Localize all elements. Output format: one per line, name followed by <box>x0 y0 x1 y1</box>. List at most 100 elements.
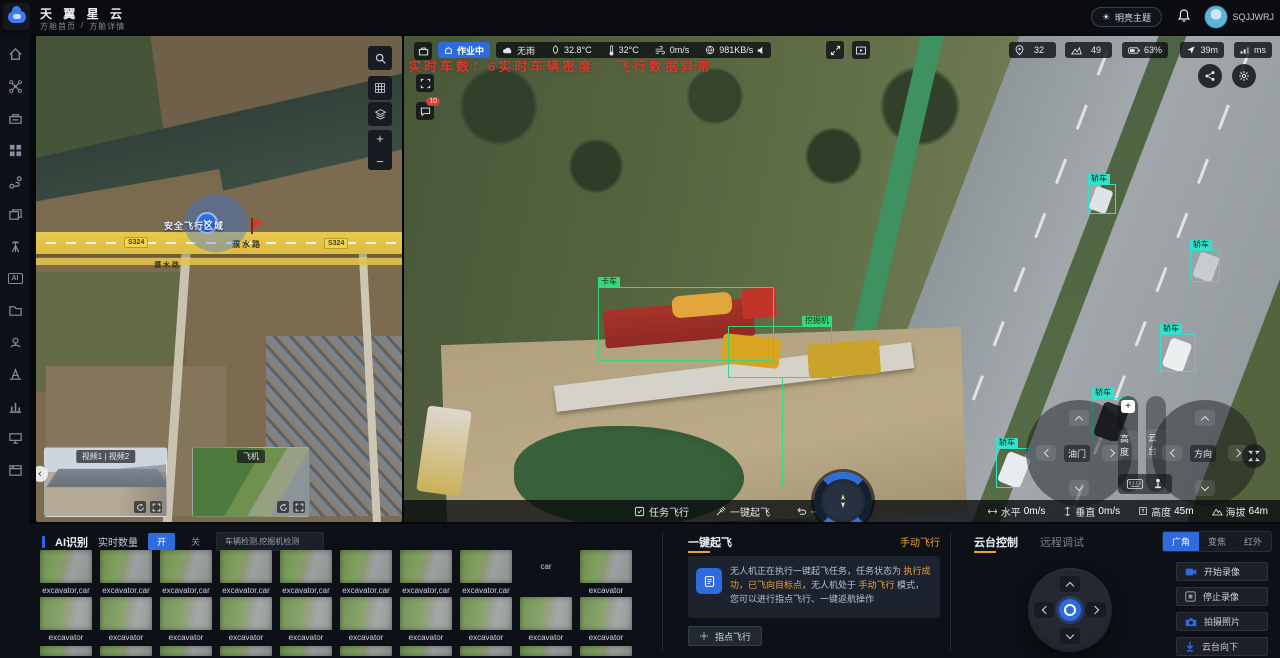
altitude-plus[interactable]: + <box>1121 400 1135 413</box>
take-photo-button[interactable]: 拍摄照片 <box>1176 612 1268 631</box>
dock-video-preview[interactable]: 视频1 | 视频2 <box>44 447 167 517</box>
detection-thumbnail[interactable]: excavator,car <box>160 550 212 595</box>
detection-thumbnail[interactable]: excavator <box>160 597 212 642</box>
notification-bell-icon[interactable] <box>1176 8 1192 24</box>
breadcrumb-home[interactable]: 方舱首页 <box>40 21 76 32</box>
drone-icon[interactable] <box>7 78 23 94</box>
thumbnail-image[interactable] <box>100 646 152 656</box>
detection-thumbnail[interactable]: excavator <box>40 597 92 642</box>
manual-flight-link[interactable]: 手动飞行 <box>900 534 940 549</box>
gimbal-down-button[interactable] <box>1060 628 1080 644</box>
dock-icon[interactable] <box>7 110 23 126</box>
preview-label[interactable]: 视频1 | 视频2 <box>76 450 135 463</box>
thumbnail-image[interactable] <box>400 550 452 583</box>
gimbal-left-button[interactable] <box>1034 602 1054 618</box>
drone-video-feed[interactable]: 卡车 挖掘机 轿车 轿车 轿车 轿车 轿车 作业中 无雨 32.8°C 32°C… <box>404 36 1280 522</box>
detection-thumbnail[interactable] <box>580 646 632 656</box>
thumbnail-image[interactable] <box>40 550 92 583</box>
mission-flight-button[interactable]: 任务飞行 <box>634 504 689 519</box>
detection-thumbnail[interactable] <box>160 646 212 656</box>
thumbnail-image[interactable] <box>160 550 212 583</box>
ground-station-icon[interactable] <box>7 334 23 350</box>
thumbnail-image[interactable] <box>40 597 92 630</box>
detection-thumbnail[interactable] <box>520 646 572 656</box>
mode-zoom-button[interactable]: 变焦 <box>1199 532 1235 551</box>
mode-ir-button[interactable]: 红外 <box>1235 532 1271 551</box>
device-manager-icon[interactable] <box>7 430 23 446</box>
toggle-on-button[interactable]: 开 <box>148 533 175 550</box>
video-fullscreen-button[interactable] <box>1242 444 1266 468</box>
toggle-off-button[interactable]: 关 <box>185 533 206 550</box>
gimbal-right-button[interactable] <box>1086 602 1106 618</box>
refresh-icon[interactable] <box>134 501 146 513</box>
detection-thumbnail[interactable]: excavator <box>520 597 572 642</box>
roll-left-button[interactable] <box>1162 445 1182 461</box>
yaw-left-button[interactable] <box>1036 445 1056 461</box>
thumbnail-image[interactable] <box>340 597 392 630</box>
detection-thumbnail[interactable] <box>460 646 512 656</box>
satellite-map[interactable]: S324 S324 濮水路 濮水路 安全飞行区域 + − 视频1 | 视频2 飞… <box>36 36 402 522</box>
flight-task-icon[interactable] <box>7 366 23 382</box>
thumbnail-image[interactable] <box>160 646 212 656</box>
thumbnail-image[interactable] <box>220 550 272 583</box>
statistics-icon[interactable] <box>7 398 23 414</box>
zoom-out-button[interactable]: − <box>376 154 384 169</box>
thumbnail-image[interactable] <box>40 646 92 656</box>
swap-screen-button[interactable] <box>826 41 844 59</box>
thumbnail-image[interactable] <box>520 646 572 656</box>
thumbnail-image[interactable] <box>460 597 512 630</box>
thumbnail-image[interactable] <box>580 646 632 656</box>
thumbnail-image[interactable] <box>460 550 512 583</box>
thumbnail-image[interactable] <box>520 597 572 630</box>
one-key-takeoff-button[interactable]: 一键起飞 <box>715 504 770 519</box>
detection-thumbnail[interactable] <box>40 646 92 656</box>
map-grid-button[interactable] <box>368 76 392 100</box>
refresh-icon[interactable] <box>277 501 289 513</box>
map-search-button[interactable] <box>368 46 392 70</box>
detection-thumbnail[interactable] <box>220 646 272 656</box>
pip-button[interactable] <box>852 41 870 59</box>
tab-remote-debug[interactable]: 远程调试 <box>1040 534 1084 550</box>
user-avatar[interactable] <box>1204 5 1228 29</box>
keyboard-icon[interactable] <box>1127 479 1143 489</box>
thumbnail-image[interactable] <box>340 550 392 583</box>
detection-thumbnail[interactable]: excavator <box>220 597 272 642</box>
gimbal-center-button[interactable] <box>1059 599 1081 621</box>
expand-icon[interactable] <box>150 501 162 513</box>
detection-thumbnail[interactable]: excavator <box>280 597 332 642</box>
folder-icon[interactable] <box>7 302 23 318</box>
detection-thumbnail[interactable]: excavator <box>580 597 632 642</box>
mode-wide-button[interactable]: 广角 <box>1163 532 1199 551</box>
scan-frame-button[interactable] <box>416 74 434 92</box>
stop-record-button[interactable]: 停止录像 <box>1176 587 1268 606</box>
app-logo[interactable] <box>3 3 30 30</box>
joystick-icon[interactable] <box>1153 478 1163 490</box>
thumbnail-image[interactable] <box>400 597 452 630</box>
thumbnail-image[interactable] <box>460 646 512 656</box>
detection-thumbnail[interactable]: car <box>520 550 572 595</box>
detection-thumbnail[interactable] <box>340 646 392 656</box>
throttle-up-button[interactable] <box>1069 410 1089 426</box>
route-icon[interactable] <box>7 174 23 190</box>
message-button[interactable]: 10 <box>416 102 434 120</box>
thumbnail-image[interactable] <box>220 597 272 630</box>
throttle-joystick[interactable]: 油门 <box>1026 400 1132 506</box>
thumbnail-image[interactable] <box>580 550 632 583</box>
gimbal-down-center-button[interactable]: 云台向下 <box>1176 637 1268 656</box>
detection-thumbnail[interactable]: excavator,car <box>100 550 152 595</box>
home-icon[interactable] <box>7 46 23 62</box>
detection-thumbnail[interactable] <box>280 646 332 656</box>
thumbnail-image[interactable] <box>400 646 452 656</box>
detection-thumbnail[interactable]: excavator,car <box>40 550 92 595</box>
preview-label[interactable]: 飞机 <box>237 450 265 463</box>
thumbnail-image[interactable] <box>100 597 152 630</box>
detection-filter-select[interactable]: 车辆检测,挖掘机检测 <box>216 532 324 551</box>
gimbal-up-button[interactable] <box>1060 576 1080 592</box>
thumbnail-image[interactable] <box>220 646 272 656</box>
ai-recognition-icon[interactable]: AI <box>7 270 23 286</box>
settings-gear-button[interactable] <box>1232 64 1256 88</box>
tab-gimbal-control[interactable]: 云台控制 <box>974 534 1018 550</box>
detection-thumbnail[interactable]: excavator <box>580 550 632 595</box>
detection-thumbnail[interactable]: excavator,car <box>460 550 512 595</box>
detection-thumbnail[interactable]: excavator <box>460 597 512 642</box>
